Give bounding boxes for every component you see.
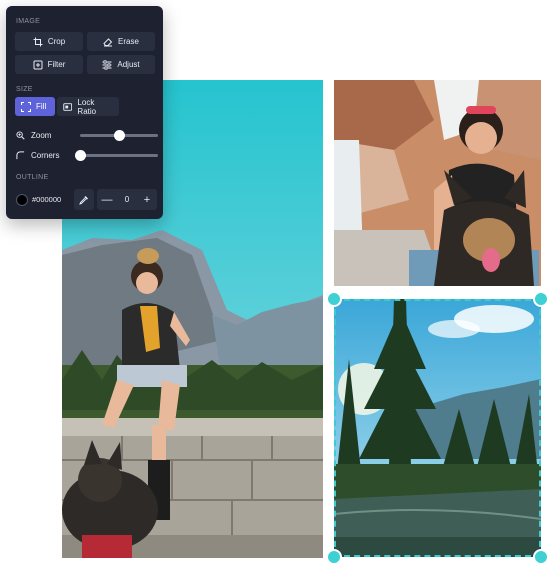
adjust-button[interactable]: Adjust [87,55,155,74]
corners-row: Corners [16,148,158,162]
sliders-icon [102,59,112,70]
resize-handle-bottom-left[interactable] [326,549,342,565]
lock-ratio-label: Lock Ratio [77,97,97,116]
corners-slider[interactable] [75,149,158,161]
size-section-label: SIZE [16,86,33,93]
filter-label: Filter [47,60,66,69]
fill-button[interactable]: Fill [15,97,55,116]
corner-radius-icon [16,150,25,159]
eyedropper-button[interactable] [74,189,94,210]
eyedropper-icon [79,195,88,205]
color-swatch[interactable] [16,193,28,206]
adjust-label: Adjust [117,60,140,69]
forest-river-photo[interactable] [334,299,541,557]
eraser-icon [103,37,113,46]
image-editor-panel: IMAGE Crop Erase Filter Adjust SIZE Fill… [6,6,163,219]
outline-section-label: OUTLINE [16,174,49,181]
aspect-ratio-icon [63,102,73,111]
filter-icon [33,60,43,69]
zoom-slider-knob[interactable] [114,129,125,141]
outline-width-value[interactable]: 0 [117,189,137,210]
decrease-button[interactable]: — [97,189,117,210]
erase-label: Erase [118,37,139,46]
zoom-icon [16,130,25,140]
outline-color-value[interactable]: #000000 [32,195,61,204]
crop-icon [33,37,43,46]
lock-ratio-button[interactable]: Lock Ratio [57,97,119,116]
outline-width-stepper: — 0 + [97,189,157,210]
corners-label: Corners [31,150,60,160]
corners-slider-knob[interactable] [75,149,86,161]
crop-label: Crop [47,37,66,46]
resize-handle-top-left[interactable] [326,291,342,307]
zoom-slider[interactable] [80,129,158,141]
filter-button[interactable]: Filter [15,55,83,74]
crop-button[interactable]: Crop [15,32,83,51]
resize-handle-bottom-right[interactable] [533,549,549,565]
increase-button[interactable]: + [137,189,157,210]
outline-color-field[interactable]: #000000 [16,189,72,210]
zoom-label: Zoom [31,130,52,140]
expand-icon [21,101,31,112]
erase-button[interactable]: Erase [87,32,155,51]
image-section-label: IMAGE [16,18,41,25]
outline-controls: #000000 — 0 + [16,189,163,210]
resize-handle-top-right[interactable] [533,291,549,307]
zoom-row: Zoom [16,128,158,142]
dog-portrait-photo[interactable] [334,80,541,286]
fill-label: Fill [36,102,47,111]
